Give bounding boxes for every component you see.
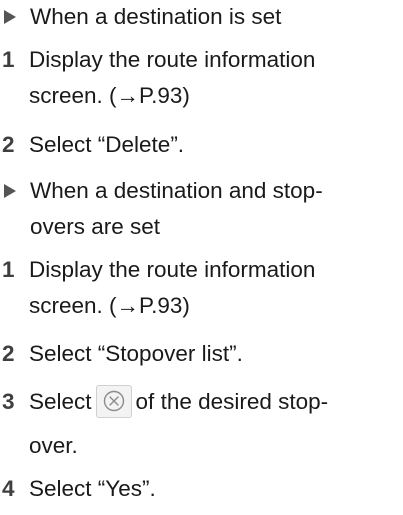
condition-text: overs are set xyxy=(30,214,161,239)
condition-text: When a destination and stop- xyxy=(30,178,323,203)
step-text: Select “Yes”. xyxy=(29,476,156,501)
step-text: Select of the desired stop- xyxy=(29,384,329,418)
step-text: Select “Stopover list”. xyxy=(29,341,243,366)
step-text-before-icon: Select xyxy=(29,389,92,414)
step-text: screen. (→P.93) xyxy=(29,293,190,318)
step-number: 3 xyxy=(2,389,15,414)
step-number: 4 xyxy=(2,476,15,501)
remove-circle-x-icon xyxy=(95,384,132,418)
step-number: 2 xyxy=(2,341,15,366)
step-text: Display the route information xyxy=(29,257,316,282)
condition-text: When a destination is set xyxy=(30,4,282,29)
triangle-bullet-icon xyxy=(4,10,16,24)
step-text: Select “Delete”. xyxy=(29,132,185,157)
triangle-bullet-icon xyxy=(4,184,16,198)
step-number: 1 xyxy=(2,47,15,72)
step-number: 2 xyxy=(2,132,15,157)
manual-page: When a destination is set 1 Display the … xyxy=(0,0,403,515)
step-number: 1 xyxy=(2,257,15,282)
step-text: over. xyxy=(29,433,78,458)
step-text: Display the route information xyxy=(29,47,316,72)
step-text-after-icon: of the desired stop- xyxy=(135,389,329,414)
step-text: screen. (→P.93) xyxy=(29,83,190,108)
